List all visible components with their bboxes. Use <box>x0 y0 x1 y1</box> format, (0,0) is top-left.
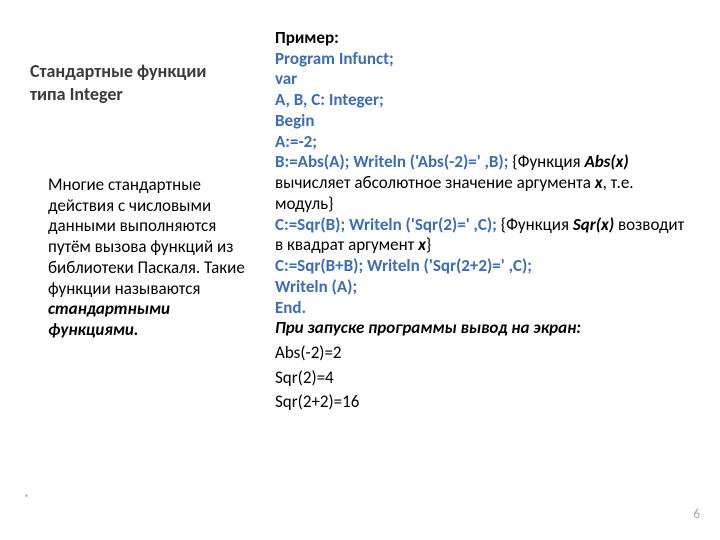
bullet-marker: * <box>24 491 29 504</box>
output-line-2: Sqr(2)=4 <box>275 368 695 389</box>
code-line-2: var <box>275 69 695 90</box>
comment-6b3: вычисляет абсолютное значение аргумента <box>275 172 595 193</box>
comment-6b1: {Функция <box>508 151 584 172</box>
code-7a: C:=Sqr(B); Writeln ('Sqr(2)=' ,C); <box>275 214 497 235</box>
comment-7b1: {Функция <box>497 214 573 235</box>
paragraph-text: Многие стандартные действия с числовыми … <box>48 174 245 299</box>
code-line-4: Begin <box>275 111 695 132</box>
code-line-10: End. <box>275 298 695 319</box>
page-number: 6 <box>693 507 700 522</box>
output-header: При запуске программы вывод на экран: <box>275 318 695 339</box>
comment-6b2: Abs(x) <box>584 151 628 172</box>
code-line-8: C:=Sqr(B+B); Writeln ('Sqr(2+2)=' ,C); <box>275 256 695 277</box>
comment-7b4: x <box>418 234 426 255</box>
output-line-3: Sqr(2+2)=16 <box>275 392 695 413</box>
output-line-1: Abs(-2)=2 <box>275 343 695 364</box>
code-line-5: A:=-2; <box>275 132 695 153</box>
slide-title: Стандартные функции типа Integer <box>30 60 245 105</box>
code-line-6: B:=Abs(A); Writeln ('Abs(-2)=' ,B); {Фун… <box>275 152 695 214</box>
example-header: Пример: <box>275 28 695 49</box>
left-paragraph: Многие стандартные действия с числовыми … <box>30 175 245 341</box>
comment-7b2: Sqr(x) <box>573 214 614 235</box>
paragraph-emphasis: стандартными функциями. <box>48 298 170 340</box>
example-block: Пример: Program Infunct; var A, B, C: In… <box>275 28 695 413</box>
code-line-7: C:=Sqr(B); Writeln ('Sqr(2)=' ,C); {Функ… <box>275 215 695 256</box>
comment-6b4: x <box>595 172 603 193</box>
comment-7b5: } <box>426 234 431 255</box>
code-6a: B:=Abs(A); Writeln ('Abs(-2)=' ,B); <box>275 151 508 172</box>
code-line-3: A, B, C: Integer; <box>275 90 695 111</box>
code-line-9: Writeln (A); <box>275 277 695 298</box>
code-line-1: Program Infunct; <box>275 49 695 70</box>
